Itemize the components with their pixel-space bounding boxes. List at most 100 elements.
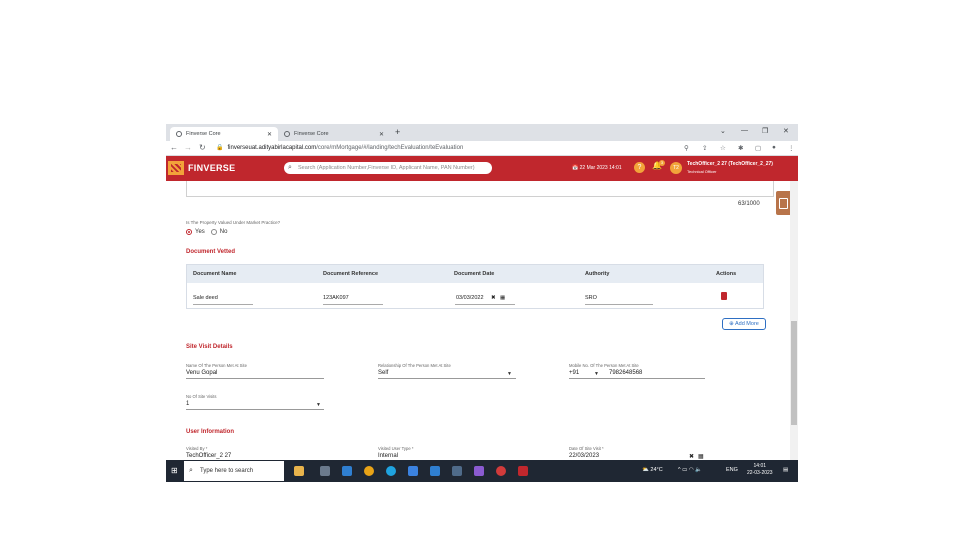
delete-icon[interactable] [721,292,727,300]
clear-date-icon[interactable]: ✖ [689,453,694,460]
relationship-label: Relationship Of The Person Met At Site [378,363,451,368]
document-name-input[interactable]: Sale deed [193,295,218,301]
scrollbar-thumb[interactable] [791,321,797,425]
mobile-code-select[interactable]: +91 [569,370,579,376]
extensions-icon[interactable]: ✱ [738,144,743,152]
sidebar-icon[interactable]: ▢ [755,144,761,152]
document-vetted-table: Document Name Document Reference Documen… [186,264,764,309]
underline [186,409,324,410]
system-clock[interactable]: 14:01 22-03-2023 [747,463,773,477]
new-tab-button[interactable]: + [395,127,400,137]
edge-icon[interactable] [386,466,396,476]
tab-title: Finverse Core [294,131,329,137]
radio-no-label: No [219,229,228,235]
url-host: finverseuat.adityabirlacapital.com [227,145,317,151]
dropdown-caret-icon[interactable]: ▼ [594,371,599,377]
maximize-button[interactable]: ❐ [762,127,768,135]
scrollbar[interactable] [790,181,798,460]
task-view-icon[interactable] [320,466,330,476]
weather-widget[interactable]: ⛅ 24°C [642,467,663,473]
minimize-button[interactable]: — [741,127,748,134]
market-practice-label: Is The Property Valued Under Market Prac… [186,220,281,225]
close-window-button[interactable]: ✕ [783,127,789,135]
search-icon: ⌕ [189,467,193,474]
ie-icon[interactable] [408,466,418,476]
remarks-textarea[interactable] [186,181,774,197]
dropdown-caret-icon[interactable]: ▼ [316,402,321,408]
url-path: /core/mMortgage/#/landing/techEvaluation… [316,145,464,151]
kebab-menu-icon[interactable]: ⋮ [788,144,795,152]
windows-start-icon[interactable]: ⊞ [171,466,178,475]
underline [378,378,516,379]
browser-tab-2[interactable]: Finverse Core ✕ [278,127,390,141]
tray-icons[interactable]: ^ ▭ ◠ 🔈 [678,467,702,473]
reload-button[interactable]: ↻ [199,143,206,152]
app-header: FINVERSE ⌕ Search (Application Number,Fi… [166,156,798,181]
radio-no[interactable] [210,229,217,235]
profile-icon[interactable]: ● [772,144,776,151]
app-icon[interactable] [496,466,506,476]
underline [585,304,653,305]
clock-date: 22-03-2023 [747,470,773,476]
close-tab-icon[interactable]: ✕ [379,131,384,138]
globe-icon [176,131,182,137]
screenshot-frame: Finverse Core ✕ Finverse Core ✕ + ⌄ — ❐ … [166,124,798,482]
language-indicator[interactable]: ENG [726,467,738,473]
add-more-button[interactable]: ⊕ Add More [722,318,766,330]
global-search-input[interactable]: ⌕ Search (Application Number,Finverse ID… [284,162,492,174]
app-icon[interactable] [452,466,462,476]
document-date-input[interactable]: 03/03/2022 [456,295,484,301]
browser-tab-active[interactable]: Finverse Core ✕ [170,127,278,141]
visited-user-type-input[interactable]: Internal [378,453,398,459]
radio-yes[interactable] [186,229,192,235]
calendar-icon[interactable]: ▦ [698,453,704,460]
col-document-date: Document Date [454,271,495,277]
site-visits-select[interactable]: 1 [186,401,189,407]
pdf-icon[interactable] [518,466,528,476]
visited-by-input[interactable]: TechOfficer_2 27 [186,453,231,459]
document-vetted-title: Document Vetted [186,249,236,255]
col-document-name: Document Name [193,271,237,277]
user-information-title: User Information [186,429,235,435]
table-header: Document Name Document Reference Documen… [187,265,763,283]
address-bar: ← → ↻ 🔒 finverseuat.adityabirlacapital.co… [166,141,798,156]
user-name[interactable]: TechOfficer_2 27 (TechOfficer_2_27) [687,161,773,167]
back-button[interactable]: ← [170,143,178,152]
notification-center-icon[interactable]: ▤ [783,467,788,473]
forward-button[interactable]: → [184,143,192,152]
avatar[interactable]: T2 [670,162,682,174]
news-widget-icon[interactable] [294,466,304,476]
main-content: 63/1000 Is The Property Valued Under Mar… [166,181,790,460]
radio-yes-label: Yes [195,229,205,235]
lock-icon: 🔒 [216,145,224,151]
dropdown-caret-icon[interactable]: ▼ [507,371,512,377]
taskbar-search[interactable]: ⌕ Type here to search [184,461,284,481]
calculator-icon[interactable] [430,466,440,476]
document-reference-input[interactable]: 123AK097 [323,295,349,301]
weather-text: 24°C [650,467,663,473]
person-met-label: Name Of The Person Met At Site [186,363,247,368]
date-of-visit-input[interactable]: 22/03/2023 [569,453,599,459]
calendar-icon[interactable]: ▦ [500,295,505,301]
clear-date-icon[interactable]: ✖ [491,295,496,301]
underline [186,378,324,379]
teams-icon[interactable] [474,466,484,476]
document-side-tab[interactable] [776,191,790,215]
char-counter: 63/1000 [738,201,760,207]
share-icon[interactable]: ⇪ [702,144,707,152]
url-field[interactable]: 🔒 finverseuat.adityabirlacapital.com/core… [216,144,463,151]
chevron-down-icon[interactable]: ⌄ [720,127,726,135]
bookmark-star-icon[interactable]: ☆ [720,144,726,152]
market-practice-radio-group: Yes No [186,229,227,235]
mobile-number-input[interactable]: 7982648568 [609,370,642,376]
col-document-reference: Document Reference [323,271,379,277]
app-icon[interactable] [342,466,352,476]
zoom-icon[interactable]: ⚲ [684,144,689,152]
authority-input[interactable]: SRO [585,295,597,301]
chrome-icon[interactable] [364,466,374,476]
help-icon[interactable]: ? [634,162,645,173]
search-placeholder: Search (Application Number,Finverse ID, … [298,165,475,171]
relationship-select[interactable]: Self [378,370,388,376]
close-tab-icon[interactable]: ✕ [267,131,272,138]
person-met-input[interactable]: Venu Gopal [186,370,217,376]
